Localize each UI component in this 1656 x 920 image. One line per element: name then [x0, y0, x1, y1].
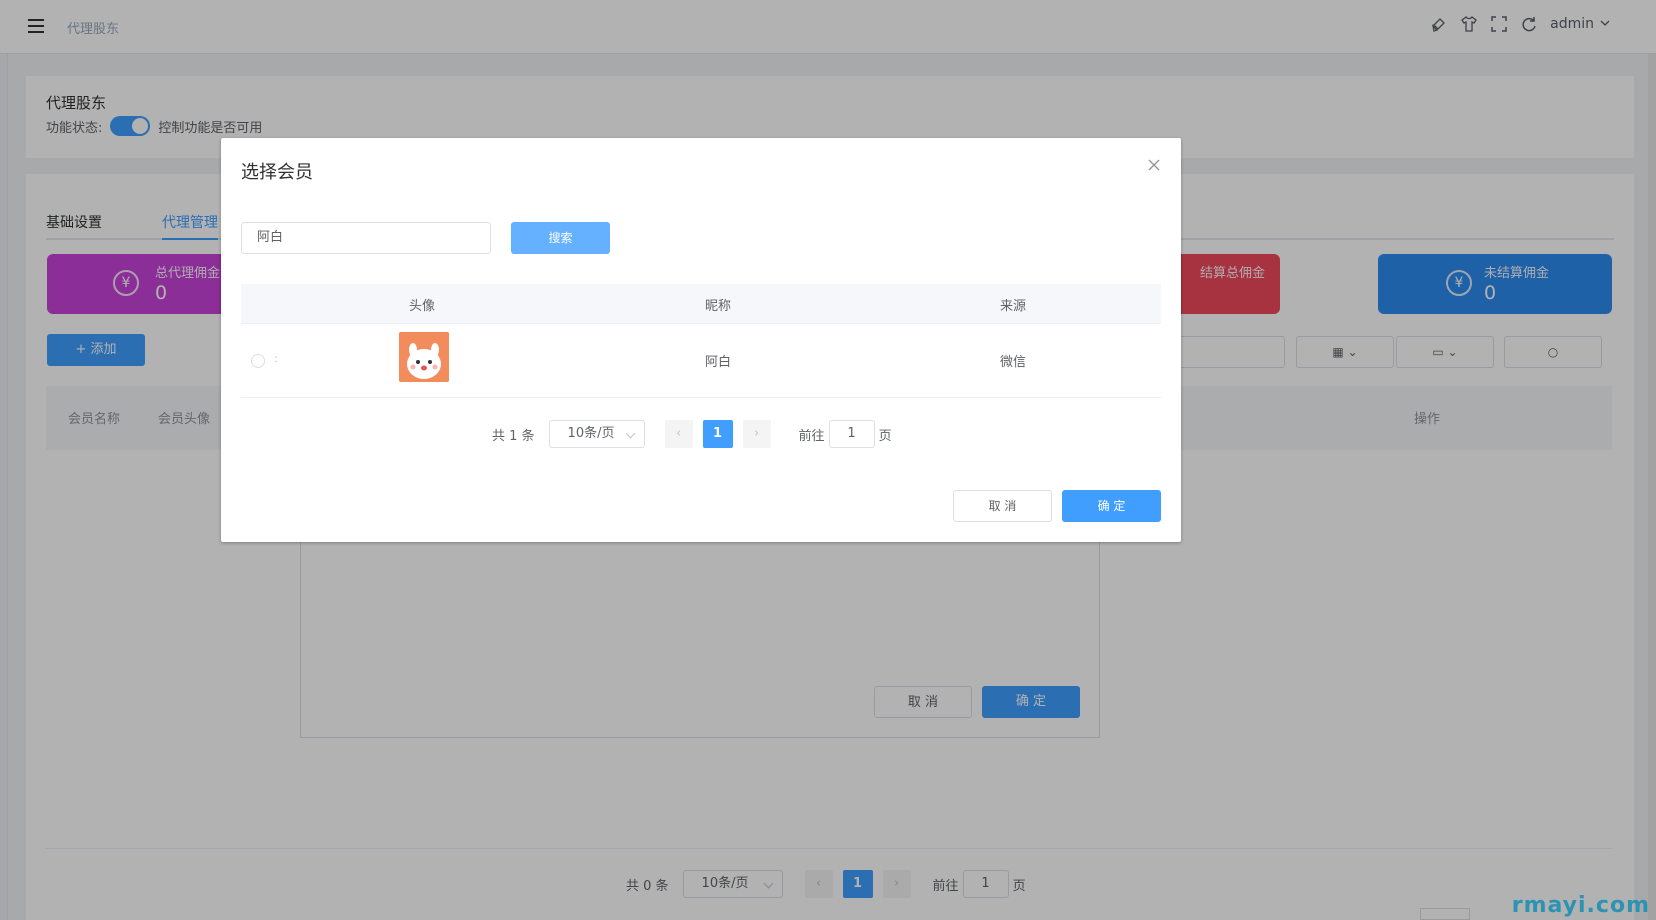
next-page-button[interactable]: › — [742, 420, 771, 448]
avatar — [399, 332, 449, 382]
page-number[interactable]: 1 — [702, 420, 733, 448]
pager-total: 共 1 条 — [492, 428, 535, 444]
confirm-button[interactable]: 确 定 — [1062, 490, 1161, 522]
search-input[interactable]: 阿白 — [241, 222, 491, 254]
column-nickname: 昵称 — [705, 299, 732, 314]
goto-label: 前往 — [798, 428, 825, 444]
page-size-select[interactable]: 10条/页 — [548, 420, 645, 448]
row-nickname: 阿白 — [705, 355, 732, 370]
cancel-button[interactable]: 取 消 — [953, 490, 1052, 522]
goto-input[interactable]: 1 — [828, 420, 875, 448]
member-table: 头像 昵称 来源 : 阿白 微信 — [241, 284, 1161, 398]
row-radio[interactable] — [251, 354, 265, 368]
close-icon[interactable] — [1147, 158, 1161, 172]
table-row[interactable]: : 阿白 微信 — [241, 324, 1161, 398]
column-source: 来源 — [1000, 299, 1027, 314]
select-member-dialog: 选择会员 阿白 搜索 头像 昵称 来源 : 阿白 微信 共 1 条 10条/页 … — [221, 138, 1181, 542]
column-avatar: 头像 — [409, 299, 436, 314]
radio-label: : — [274, 352, 278, 365]
page-unit: 页 — [878, 428, 892, 444]
dialog-title: 选择会员 — [241, 162, 313, 183]
row-source: 微信 — [1000, 355, 1027, 370]
dialog-pagination: 共 1 条 10条/页 ‹ 1 › 前往 1 页 — [492, 420, 892, 448]
search-button[interactable]: 搜索 — [511, 222, 610, 254]
prev-page-button[interactable]: ‹ — [664, 420, 693, 448]
member-table-header: 头像 昵称 来源 — [241, 284, 1161, 324]
